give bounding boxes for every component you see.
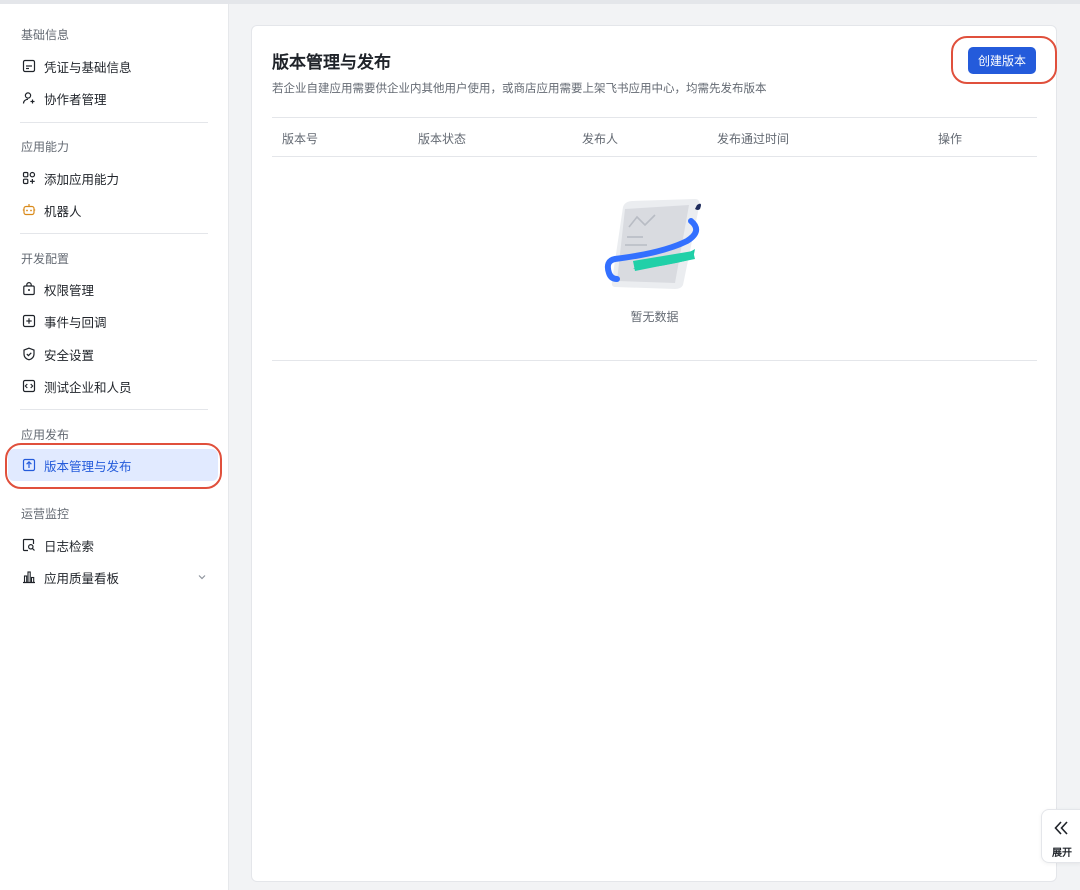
shield-check-icon — [22, 347, 36, 361]
sidebar-item-robot[interactable]: 机器人 — [8, 194, 218, 226]
sidebar-item-quality-dashboard[interactable]: 应用质量看板 — [8, 561, 218, 593]
sidebar-item-label: 测试企业和人员 — [44, 379, 132, 395]
log-search-icon — [22, 538, 36, 552]
column-header-status: 版本状态 — [418, 132, 467, 146]
sidebar-item-security[interactable]: 安全设置 — [8, 338, 218, 370]
sidebar-item-label: 应用质量看板 — [44, 570, 120, 586]
sidebar-item-label: 事件与回调 — [44, 314, 107, 330]
sidebar-item-label: 机器人 — [44, 203, 82, 219]
sidebar-item-credentials[interactable]: 凭证与基础信息 — [8, 50, 218, 82]
sidebar-item-label: 安全设置 — [44, 347, 95, 363]
event-callback-icon — [22, 314, 36, 328]
expand-label: 展开 — [1052, 848, 1072, 859]
sidebar-item-label: 凭证与基础信息 — [44, 59, 132, 75]
table-header: 版本号 版本状态 发布人 发布通过时间 操作 — [272, 117, 1037, 157]
group-title-basic-info: 基础信息 — [21, 28, 70, 42]
sidebar-item-events[interactable]: 事件与回调 — [8, 305, 218, 337]
column-header-publisher: 发布人 — [582, 132, 619, 146]
app-grid-add-icon — [22, 171, 36, 185]
sidebar-item-collaborators[interactable]: 协作者管理 — [8, 82, 218, 114]
sidebar-divider — [20, 122, 208, 123]
page-title: 版本管理与发布 — [272, 53, 391, 73]
column-header-version: 版本号 — [282, 132, 319, 146]
chevron-down-icon[interactable] — [196, 571, 208, 583]
annotation-highlight-create-button — [951, 36, 1057, 84]
page-description: 若企业自建应用需要供企业内其他用户使用，或商店应用需要上架飞书应用中心，均需先发… — [272, 81, 767, 95]
sidebar-item-test-org[interactable]: 测试企业和人员 — [8, 370, 218, 402]
annotation-highlight-sidebar — [5, 443, 222, 489]
sidebar-item-permissions[interactable]: 权限管理 — [8, 273, 218, 305]
empty-state-text: 暂无数据 — [630, 310, 679, 324]
sidebar-item-log-search[interactable]: 日志检索 — [8, 529, 218, 561]
sidebar-item-label: 权限管理 — [44, 282, 95, 298]
group-title-dev-config: 开发配置 — [21, 252, 70, 266]
lock-permission-icon — [22, 282, 36, 296]
group-title-app-capabilities: 应用能力 — [21, 140, 70, 154]
sidebar-item-label: 日志检索 — [44, 538, 95, 554]
add-user-icon — [22, 91, 36, 105]
column-header-approved-time: 发布通过时间 — [717, 132, 790, 146]
code-test-icon — [22, 379, 36, 393]
robot-icon — [22, 203, 36, 217]
column-header-actions: 操作 — [938, 132, 963, 146]
sidebar-item-label: 协作者管理 — [44, 91, 107, 107]
table-empty-state: 暂无数据 — [272, 157, 1037, 361]
group-title-ops-monitor: 运营监控 — [21, 507, 70, 521]
sidebar-divider — [20, 409, 208, 410]
main-card: 版本管理与发布 若企业自建应用需要供企业内其他用户使用，或商店应用需要上架飞书应… — [251, 25, 1057, 882]
empty-document-icon — [604, 199, 701, 289]
sidebar-item-label: 添加应用能力 — [44, 171, 120, 187]
expand-panel-tab[interactable]: 展开 — [1041, 809, 1080, 863]
sidebar-divider — [20, 233, 208, 234]
double-chevron-left-icon — [1054, 821, 1068, 835]
sidebar-item-add-capability[interactable]: 添加应用能力 — [8, 162, 218, 194]
credential-card-icon — [22, 59, 36, 73]
bar-chart-icon — [22, 570, 36, 584]
group-title-app-release: 应用发布 — [21, 428, 70, 442]
